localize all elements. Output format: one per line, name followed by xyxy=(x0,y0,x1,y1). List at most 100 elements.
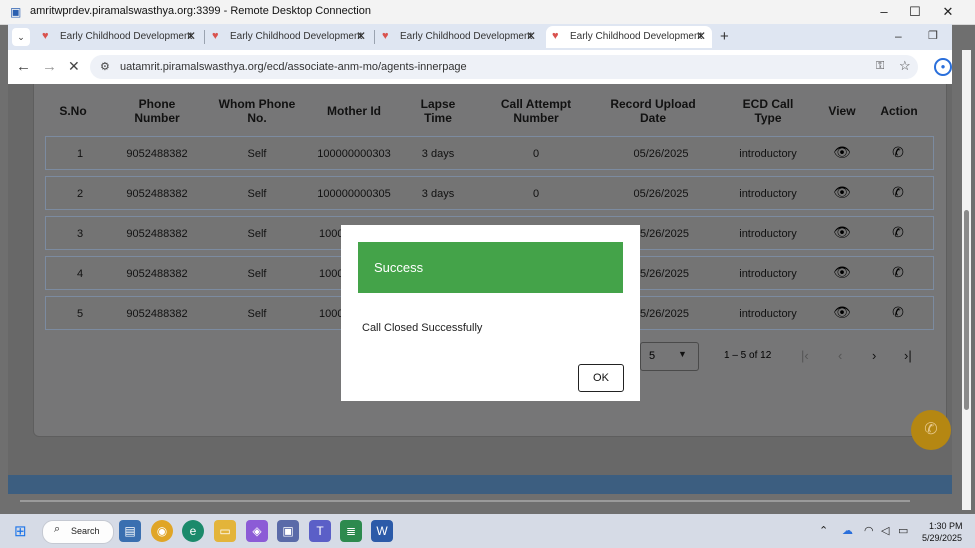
task-view-icon[interactable]: ▤ xyxy=(119,520,141,542)
close-window-button[interactable]: ✕ xyxy=(932,2,964,22)
dialog-title: Success xyxy=(374,260,424,275)
first-page-button[interactable]: |‹ xyxy=(801,348,809,363)
header-ecd-call-type: ECD Call Type xyxy=(742,97,794,125)
cell-whom: Self xyxy=(247,308,267,320)
cell-mother-id: 100000000303 xyxy=(317,148,391,160)
clock-date[interactable]: 5/29/2025 xyxy=(922,533,962,543)
chrome-restore-icon[interactable]: ❐ xyxy=(928,29,938,42)
header-action: Action xyxy=(880,104,918,118)
word-icon[interactable]: W xyxy=(371,520,393,542)
bookmark-star-icon[interactable]: ☆ xyxy=(899,58,911,74)
close-tab-icon[interactable]: ✕ xyxy=(696,29,706,43)
eye-icon[interactable]: 👁 xyxy=(830,304,854,321)
window-title: amritwprdev.piramalswasthya.org:3399 - R… xyxy=(30,5,371,17)
clock-time[interactable]: 1:30 PM xyxy=(929,521,963,531)
last-page-button[interactable]: ›| xyxy=(904,348,912,363)
stop-loading-icon[interactable]: ✕ xyxy=(68,58,80,75)
back-arrow-icon[interactable]: ← xyxy=(16,58,31,75)
search-label: Search xyxy=(71,526,100,536)
remote-desktop-taskbar-icon[interactable]: ▣ xyxy=(277,520,299,542)
windows-taskbar xyxy=(0,514,975,548)
prev-page-button[interactable]: ‹ xyxy=(838,348,842,363)
next-page-button[interactable]: › xyxy=(872,348,876,363)
page-range-label: 1 – 5 of 12 xyxy=(724,350,772,361)
ok-button[interactable]: OK xyxy=(578,364,624,392)
search-icon: ⌕ xyxy=(54,523,61,535)
cell-mother-id: 100000000305 xyxy=(317,188,391,200)
header-call-attempt: Call Attempt Number xyxy=(500,97,572,125)
footer-band xyxy=(8,475,952,494)
eye-icon[interactable]: 👁 xyxy=(830,264,854,281)
battery-icon[interactable]: ▭ xyxy=(898,524,908,537)
chrome-icon[interactable]: ◉ xyxy=(151,520,173,542)
cell-lapse: 3 days xyxy=(421,148,455,160)
cell-whom: Self xyxy=(247,188,267,200)
cell-sno: 5 xyxy=(76,308,84,320)
close-tab-icon[interactable]: ✕ xyxy=(356,29,366,43)
cell-lapse: 3 days xyxy=(421,188,455,200)
eye-icon[interactable]: 👁 xyxy=(830,144,854,161)
phone-icon[interactable]: ✆ xyxy=(886,144,910,161)
cell-date: 05/26/2025 xyxy=(633,148,689,160)
ecd-favicon-icon: ♥ xyxy=(212,30,219,42)
header-mother-id: Mother Id xyxy=(327,104,381,118)
close-tab-icon[interactable]: ✕ xyxy=(526,29,536,43)
cell-type: introductory xyxy=(739,228,797,240)
dropdown-caret-icon: ▼ xyxy=(678,349,687,359)
tab-4-active[interactable]: ♥ Early Childhood Development ✕ xyxy=(546,26,712,48)
horizontal-scrollbar[interactable] xyxy=(20,500,910,502)
header-lapse-time: Lapse Time xyxy=(420,97,456,125)
chrome-minimize-icon[interactable]: – xyxy=(895,29,902,43)
site-settings-icon[interactable]: ⚙ xyxy=(100,60,110,73)
close-tab-icon[interactable]: ✕ xyxy=(186,29,196,43)
password-key-icon[interactable]: ⚿ xyxy=(876,60,884,73)
cell-phone: 9052488382 xyxy=(126,188,188,200)
maximize-button[interactable]: ☐ xyxy=(899,2,931,22)
tab-2[interactable]: ♥ Early Childhood Development ✕ xyxy=(206,26,372,48)
tab-search-button[interactable]: ⌄ xyxy=(12,28,30,46)
new-tab-button[interactable]: + xyxy=(720,28,729,45)
teams-icon[interactable]: T xyxy=(309,520,331,542)
floating-phone-button[interactable]: ✆ xyxy=(911,410,951,450)
phone-icon[interactable]: ✆ xyxy=(886,224,910,241)
cell-phone: 9052488382 xyxy=(126,228,188,240)
cell-date: 5/26/2025 xyxy=(640,228,689,240)
cell-sno: 1 xyxy=(76,148,84,160)
cell-date: 05/26/2025 xyxy=(633,188,689,200)
page-size-value: 5 xyxy=(649,350,656,362)
url-text[interactable]: uatamrit.piramalswasthya.org/ecd/associa… xyxy=(120,61,467,73)
phone-icon[interactable]: ✆ xyxy=(886,264,910,281)
eye-icon[interactable]: 👁 xyxy=(830,184,854,201)
volume-icon[interactable]: ◁ xyxy=(881,524,889,537)
cell-phone: 9052488382 xyxy=(126,268,188,280)
onedrive-icon[interactable]: ☁ xyxy=(842,524,853,537)
tab-3[interactable]: ♥ Early Childhood Development ✕ xyxy=(376,26,542,48)
phone-icon[interactable]: ✆ xyxy=(886,304,910,321)
m365-icon[interactable]: ◈ xyxy=(246,520,268,542)
scroll-thumb[interactable] xyxy=(964,210,969,410)
cell-sno: 3 xyxy=(76,228,84,240)
edge-icon[interactable]: e xyxy=(182,520,204,542)
cell-type: introductory xyxy=(739,148,797,160)
cell-sno: 2 xyxy=(76,188,84,200)
phone-icon[interactable]: ✆ xyxy=(886,184,910,201)
header-whom-phone: Whom Phone No. xyxy=(218,97,296,125)
eye-icon[interactable]: 👁 xyxy=(830,224,854,241)
forward-arrow-icon[interactable]: → xyxy=(42,58,57,75)
cell-sno: 4 xyxy=(76,268,84,280)
wifi-icon[interactable]: ◠ xyxy=(864,524,874,537)
tab-1[interactable]: ♥ Early Childhood Development ✕ xyxy=(36,26,202,48)
tray-chevron-icon[interactable]: ⌃ xyxy=(819,524,828,537)
notepad-icon[interactable]: ≣ xyxy=(340,520,362,542)
windows-start-icon[interactable]: ⊞ xyxy=(14,522,27,540)
cell-type: introductory xyxy=(739,268,797,280)
cell-phone: 9052488382 xyxy=(126,308,188,320)
file-explorer-icon[interactable]: ▭ xyxy=(214,520,236,542)
cell-type: introductory xyxy=(739,188,797,200)
cell-type: introductory xyxy=(739,308,797,320)
cell-attempt: 0 xyxy=(532,148,540,160)
profile-avatar-icon[interactable]: ● xyxy=(934,58,952,76)
header-phone-number: Phone Number xyxy=(134,97,180,125)
ecd-favicon-icon: ♥ xyxy=(42,30,49,42)
minimize-button[interactable]: – xyxy=(868,2,900,22)
